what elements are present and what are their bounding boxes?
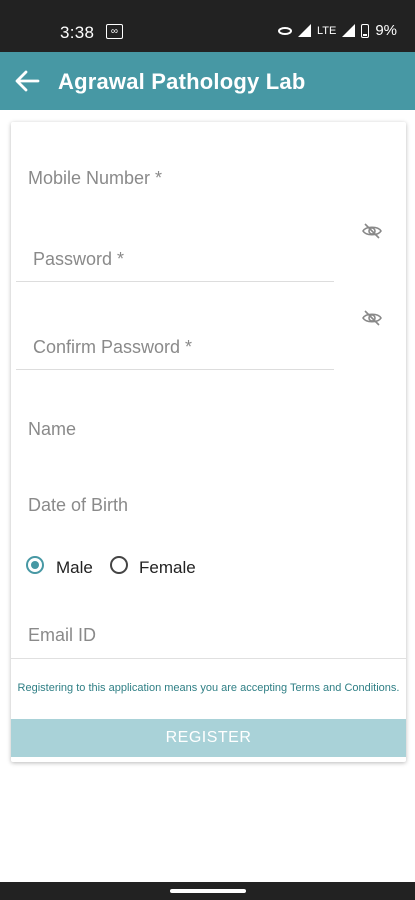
gender-female-label[interactable]: Female [139,558,196,578]
infinity-icon: ∞ [106,24,123,39]
register-button[interactable]: REGISTER [11,719,406,757]
navigation-bar [0,882,415,900]
lte-label: LTE [316,24,337,37]
password-underline [16,281,334,282]
register-form-card: Mobile Number * Password * Confirm Passw… [11,122,406,762]
form-divider [11,658,406,659]
date-of-birth-field[interactable]: Date of Birth [28,495,128,516]
confirm-password-field[interactable]: Confirm Password * [33,337,192,358]
battery-icon [361,23,370,38]
arrow-left-icon [15,70,40,92]
confirm-password-underline [16,369,334,370]
gender-female-radio[interactable] [110,556,128,574]
status-bar: 3:38 ∞ LTE 9% [0,0,415,52]
status-time: 3:38 [60,23,95,42]
gender-male-radio[interactable] [26,556,44,574]
eye-off-icon[interactable] [361,307,383,329]
back-button[interactable] [10,64,44,98]
app-title: Agrawal Pathology Lab [58,69,306,94]
name-field[interactable]: Name [28,419,76,440]
password-field[interactable]: Password * [33,249,124,270]
terms-text[interactable]: Registering to this application means yo… [11,680,406,697]
signal-icon [297,24,311,37]
gender-male-label[interactable]: Male [56,558,93,578]
mobile-number-field[interactable]: Mobile Number * [28,168,162,189]
eye-icon [277,26,292,35]
signal-icon-2 [342,24,356,37]
home-gesture-handle[interactable] [170,889,246,893]
email-field[interactable]: Email ID [28,625,96,646]
battery-percent: 9% [375,22,397,39]
app-bar: Agrawal Pathology Lab [0,52,415,110]
status-indicators: LTE 9% [277,22,397,39]
eye-off-icon[interactable] [361,220,383,242]
